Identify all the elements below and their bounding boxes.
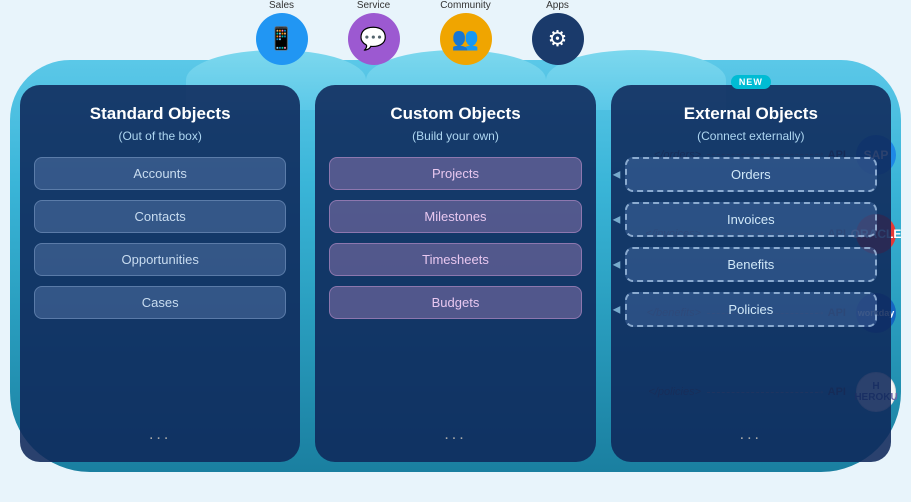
std-item-opportunities: Opportunities xyxy=(34,243,286,276)
apps-icon-item: Apps ⚙ xyxy=(532,0,584,65)
ext-item-benefits: Benefits xyxy=(625,247,877,282)
community-icon: 👥 xyxy=(440,13,492,65)
standard-objects-title: Standard Objects xyxy=(34,103,286,125)
standard-objects-subtitle: (Out of the box) xyxy=(34,129,286,143)
custom-item-projects: Projects xyxy=(329,157,581,190)
icons-row: Sales 📱 Service 💬 Community 👥 Apps ⚙ xyxy=(256,0,584,65)
service-icon-item: Service 💬 xyxy=(348,0,400,65)
external-objects-title: External Objects xyxy=(625,103,877,125)
ext-item-orders: Orders xyxy=(625,157,877,192)
std-item-cases: Cases xyxy=(34,286,286,319)
ext-item-policies: Policies xyxy=(625,292,877,327)
standard-objects-panel: Standard Objects (Out of the box) Accoun… xyxy=(20,85,300,462)
ext-item-invoices: Invoices xyxy=(625,202,877,237)
apps-label: Apps xyxy=(546,0,569,11)
external-objects-panel: NEW External Objects (Connect externally… xyxy=(611,85,891,462)
sales-label: Sales xyxy=(269,0,294,11)
service-label: Service xyxy=(357,0,390,11)
std-item-contacts: Contacts xyxy=(34,200,286,233)
sales-icon: 📱 xyxy=(256,13,308,65)
ext-dots: ... xyxy=(625,426,877,444)
new-badge: NEW xyxy=(731,75,771,89)
service-icon: 💬 xyxy=(348,13,400,65)
custom-objects-title: Custom Objects xyxy=(329,103,581,125)
sales-icon-item: Sales 📱 xyxy=(256,0,308,65)
columns-container: Standard Objects (Out of the box) Accoun… xyxy=(20,85,891,462)
external-objects-subtitle: (Connect externally) xyxy=(625,129,877,143)
apps-icon: ⚙ xyxy=(532,13,584,65)
std-dots: ... xyxy=(34,426,286,444)
custom-item-timesheets: Timesheets xyxy=(329,243,581,276)
custom-dots: ... xyxy=(329,426,581,444)
custom-objects-subtitle: (Build your own) xyxy=(329,129,581,143)
custom-item-budgets: Budgets xyxy=(329,286,581,319)
custom-item-milestones: Milestones xyxy=(329,200,581,233)
std-item-accounts: Accounts xyxy=(34,157,286,190)
community-label: Community xyxy=(440,0,491,11)
custom-objects-panel: Custom Objects (Build your own) Projects… xyxy=(315,85,595,462)
community-icon-item: Community 👥 xyxy=(440,0,492,65)
